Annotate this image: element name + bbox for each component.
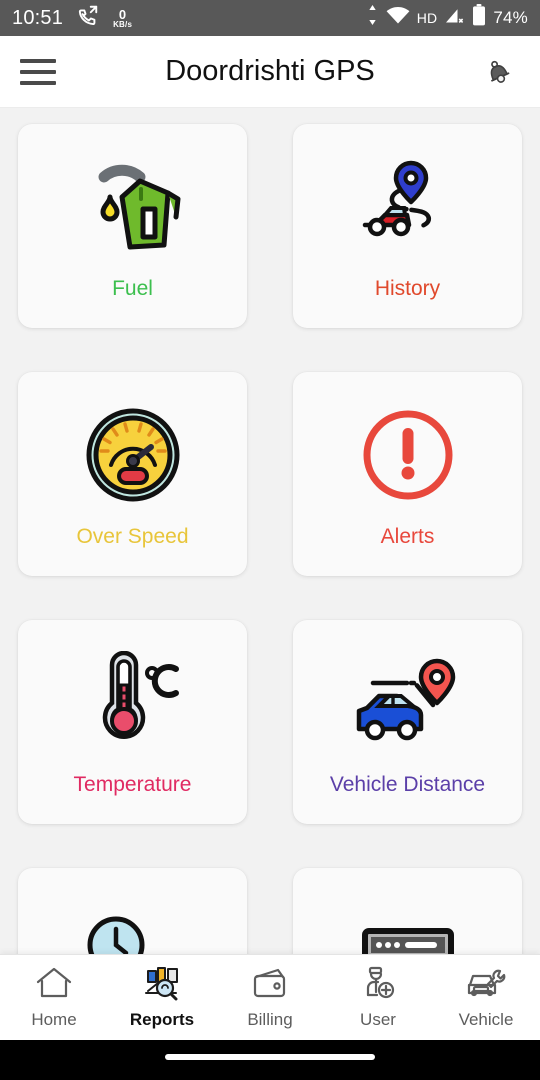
- nav-item-reports[interactable]: Reports: [108, 965, 216, 1030]
- app-bar: Doordrishti GPS: [0, 36, 540, 108]
- status-bar: 10:51 0 KB/s HD 74%: [0, 0, 540, 36]
- status-bar-clock: 10:51: [12, 6, 64, 29]
- card-history[interactable]: History: [293, 124, 522, 328]
- speedometer-icon: [77, 399, 189, 511]
- car-distance-pin-icon: [349, 647, 467, 759]
- car-wrench-icon: [466, 965, 506, 1006]
- card-label: Vehicle Distance: [329, 773, 486, 796]
- card-label: Temperature: [73, 773, 192, 796]
- card-fuel[interactable]: Fuel: [18, 124, 247, 328]
- nav-item-billing[interactable]: Billing: [216, 965, 324, 1030]
- card-label: Alerts: [380, 525, 435, 548]
- nav-item-label: Vehicle: [458, 1010, 514, 1029]
- wallet-icon: [250, 965, 290, 1006]
- card-temperature[interactable]: Temperature: [18, 620, 247, 824]
- reports-grid: Fuel History Over Speed Alerts Temperatu…: [0, 108, 540, 1072]
- home-icon: [34, 965, 74, 1006]
- wifi-icon: [386, 6, 410, 30]
- bottom-navigation-bar: Home Reports Billing User Vehicle: [0, 954, 540, 1040]
- nav-item-home[interactable]: Home: [0, 965, 108, 1030]
- battery-icon: [472, 4, 486, 32]
- hamburger-menu-icon[interactable]: [20, 58, 56, 85]
- bell-icon[interactable]: [476, 50, 520, 94]
- thermometer-icon: [78, 647, 188, 759]
- page-title: Doordrishti GPS: [165, 55, 375, 87]
- nav-item-vehicle[interactable]: Vehicle: [432, 965, 540, 1030]
- status-bar-right: HD 74%: [366, 4, 528, 32]
- system-navigation-bar: [0, 1040, 540, 1080]
- home-gesture-pill[interactable]: [165, 1054, 375, 1060]
- card-alerts[interactable]: Alerts: [293, 372, 522, 576]
- network-speed-value: 0: [118, 6, 127, 22]
- call-forward-icon: [77, 4, 99, 32]
- route-history-icon: [349, 151, 467, 263]
- cellular-signal-off-icon: [444, 6, 465, 31]
- nav-item-label: Home: [31, 1010, 77, 1029]
- card-label: Fuel: [112, 277, 153, 300]
- app-screen: 10:51 0 KB/s HD 74% Doordrishti GPS Fuel…: [0, 0, 540, 1080]
- battery-percent: 74%: [493, 8, 528, 27]
- card-label: History: [374, 277, 441, 300]
- hd-label: HD: [416, 10, 438, 26]
- nav-item-label: User: [360, 1010, 396, 1029]
- nav-item-label: Billing: [247, 1010, 293, 1029]
- data-transfer-arrows-icon: [366, 5, 379, 31]
- reports-icon: [142, 965, 182, 1006]
- status-bar-left: 10:51 0 KB/s: [12, 4, 132, 32]
- nav-item-user[interactable]: User: [324, 965, 432, 1030]
- card-label: Over Speed: [76, 525, 189, 548]
- network-speed-unit: KB/s: [113, 19, 133, 29]
- add-user-icon: [358, 965, 398, 1006]
- fuel-pump-icon: [74, 151, 192, 263]
- nav-item-label: Reports: [129, 1010, 195, 1029]
- card-vehicle-distance[interactable]: Vehicle Distance: [293, 620, 522, 824]
- network-speed-indicator: 0 KB/s: [113, 8, 132, 29]
- alert-exclamation-icon: [353, 399, 463, 511]
- card-over-speed[interactable]: Over Speed: [18, 372, 247, 576]
